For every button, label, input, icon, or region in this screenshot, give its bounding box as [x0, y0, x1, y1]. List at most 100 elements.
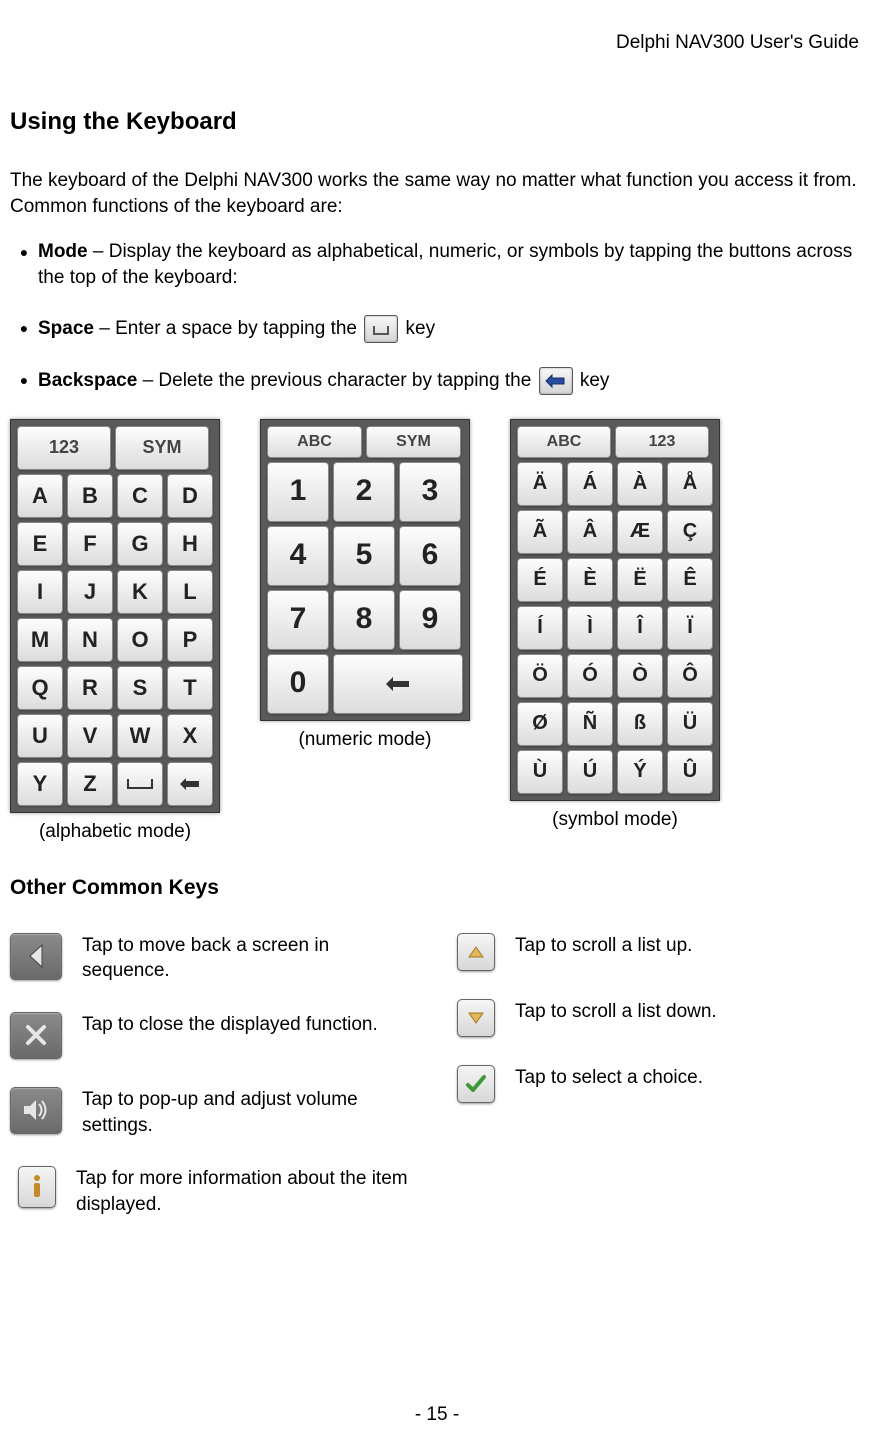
- key-sym[interactable]: ß: [617, 702, 663, 746]
- key-7[interactable]: 7: [267, 590, 329, 650]
- key-m[interactable]: M: [17, 618, 63, 662]
- key-1[interactable]: 1: [267, 462, 329, 522]
- ck-row-info: Tap for more information about the item …: [10, 1166, 417, 1217]
- info-icon[interactable]: [18, 1166, 56, 1208]
- key-q[interactable]: Q: [17, 666, 63, 710]
- ck-up-text: Tap to scroll a list up.: [515, 933, 864, 959]
- key-backspace[interactable]: [167, 762, 213, 806]
- scroll-down-icon[interactable]: [457, 999, 495, 1037]
- key-3[interactable]: 3: [399, 462, 461, 522]
- key-sym[interactable]: Í: [517, 606, 563, 650]
- key-w[interactable]: W: [117, 714, 163, 758]
- space-label: Space: [38, 318, 94, 339]
- key-sym[interactable]: Ì: [567, 606, 613, 650]
- scroll-up-icon[interactable]: [457, 933, 495, 971]
- space-post: key: [400, 318, 435, 339]
- key-2[interactable]: 2: [333, 462, 395, 522]
- key-g[interactable]: G: [117, 522, 163, 566]
- caption-numeric: (numeric mode): [298, 727, 431, 753]
- key-o[interactable]: O: [117, 618, 163, 662]
- key-z[interactable]: Z: [67, 762, 113, 806]
- key-h[interactable]: H: [167, 522, 213, 566]
- key-sym[interactable]: Û: [667, 750, 713, 794]
- key-c[interactable]: C: [117, 474, 163, 518]
- tab-sym[interactable]: SYM: [366, 426, 461, 458]
- key-sym[interactable]: Â: [567, 510, 613, 554]
- key-sym[interactable]: É: [517, 558, 563, 602]
- key-sym[interactable]: Ø: [517, 702, 563, 746]
- key-t[interactable]: T: [167, 666, 213, 710]
- volume-icon[interactable]: [10, 1087, 62, 1134]
- key-sym[interactable]: Æ: [617, 510, 663, 554]
- key-b[interactable]: B: [67, 474, 113, 518]
- key-e[interactable]: E: [17, 522, 63, 566]
- key-6[interactable]: 6: [399, 526, 461, 586]
- key-9[interactable]: 9: [399, 590, 461, 650]
- key-sym[interactable]: Ï: [667, 606, 713, 650]
- check-icon[interactable]: [457, 1065, 495, 1103]
- key-i[interactable]: I: [17, 570, 63, 614]
- key-sym[interactable]: Ä: [517, 462, 563, 506]
- key-k[interactable]: K: [117, 570, 163, 614]
- key-l[interactable]: L: [167, 570, 213, 614]
- key-sym[interactable]: Ô: [667, 654, 713, 698]
- close-icon[interactable]: [10, 1012, 62, 1059]
- ck-row-check: Tap to select a choice.: [457, 1065, 864, 1103]
- key-sym[interactable]: Ç: [667, 510, 713, 554]
- ck-back-text: Tap to move back a screen in sequence.: [82, 933, 417, 984]
- key-x[interactable]: X: [167, 714, 213, 758]
- tab-123[interactable]: 123: [615, 426, 709, 458]
- key-8[interactable]: 8: [333, 590, 395, 650]
- key-sym[interactable]: Ó: [567, 654, 613, 698]
- tab-abc[interactable]: ABC: [517, 426, 611, 458]
- caption-symbol: (symbol mode): [552, 807, 678, 833]
- key-sym[interactable]: Ù: [517, 750, 563, 794]
- key-f[interactable]: F: [67, 522, 113, 566]
- key-a[interactable]: A: [17, 474, 63, 518]
- key-sym[interactable]: Ú: [567, 750, 613, 794]
- page-number: - 15 -: [0, 1402, 874, 1428]
- ck-close-text: Tap to close the displayed function.: [82, 1012, 417, 1038]
- ck-down-text: Tap to scroll a list down.: [515, 999, 864, 1025]
- key-v[interactable]: V: [67, 714, 113, 758]
- key-s[interactable]: S: [117, 666, 163, 710]
- back-pre: – Delete the previous character by tappi…: [137, 370, 536, 391]
- key-0[interactable]: 0: [267, 654, 329, 714]
- space-pre: – Enter a space by tapping the: [94, 318, 362, 339]
- key-sym[interactable]: À: [617, 462, 663, 506]
- key-sym[interactable]: È: [567, 558, 613, 602]
- key-4[interactable]: 4: [267, 526, 329, 586]
- key-sym[interactable]: Á: [567, 462, 613, 506]
- keyboard-alpha: 123 SYM ABCD EFGH IJKL MNOP QRST UVWX Y …: [10, 419, 220, 813]
- back-arrow-icon[interactable]: [10, 933, 62, 980]
- key-sym[interactable]: Ã: [517, 510, 563, 554]
- key-sym[interactable]: Ý: [617, 750, 663, 794]
- key-sym[interactable]: Ö: [517, 654, 563, 698]
- keyboard-symbol: ABC 123 ÄÁÀÅ ÃÂÆÇ ÉÈËÊ ÍÌÎÏ ÖÓÒÔ ØÑßÜ ÙÚ…: [510, 419, 720, 801]
- key-backspace[interactable]: [333, 654, 463, 714]
- key-sym[interactable]: Ñ: [567, 702, 613, 746]
- key-sym[interactable]: Ê: [667, 558, 713, 602]
- key-d[interactable]: D: [167, 474, 213, 518]
- key-j[interactable]: J: [67, 570, 113, 614]
- key-sym[interactable]: Ü: [667, 702, 713, 746]
- key-space[interactable]: [117, 762, 163, 806]
- key-sym[interactable]: Î: [617, 606, 663, 650]
- ck-info-text: Tap for more information about the item …: [76, 1166, 417, 1217]
- key-y[interactable]: Y: [17, 762, 63, 806]
- tab-sym[interactable]: SYM: [115, 426, 209, 470]
- key-5[interactable]: 5: [333, 526, 395, 586]
- key-sym[interactable]: Å: [667, 462, 713, 506]
- caption-alpha: (alphabetic mode): [39, 819, 191, 845]
- bullet-dot-icon: ●: [10, 239, 38, 262]
- key-u[interactable]: U: [17, 714, 63, 758]
- ck-check-text: Tap to select a choice.: [515, 1065, 864, 1091]
- key-p[interactable]: P: [167, 618, 213, 662]
- tab-abc[interactable]: ABC: [267, 426, 362, 458]
- key-n[interactable]: N: [67, 618, 113, 662]
- common-keys-table: Tap to move back a screen in sequence. T…: [10, 933, 864, 1246]
- tab-123[interactable]: 123: [17, 426, 111, 470]
- key-sym[interactable]: Ò: [617, 654, 663, 698]
- key-sym[interactable]: Ë: [617, 558, 663, 602]
- key-r[interactable]: R: [67, 666, 113, 710]
